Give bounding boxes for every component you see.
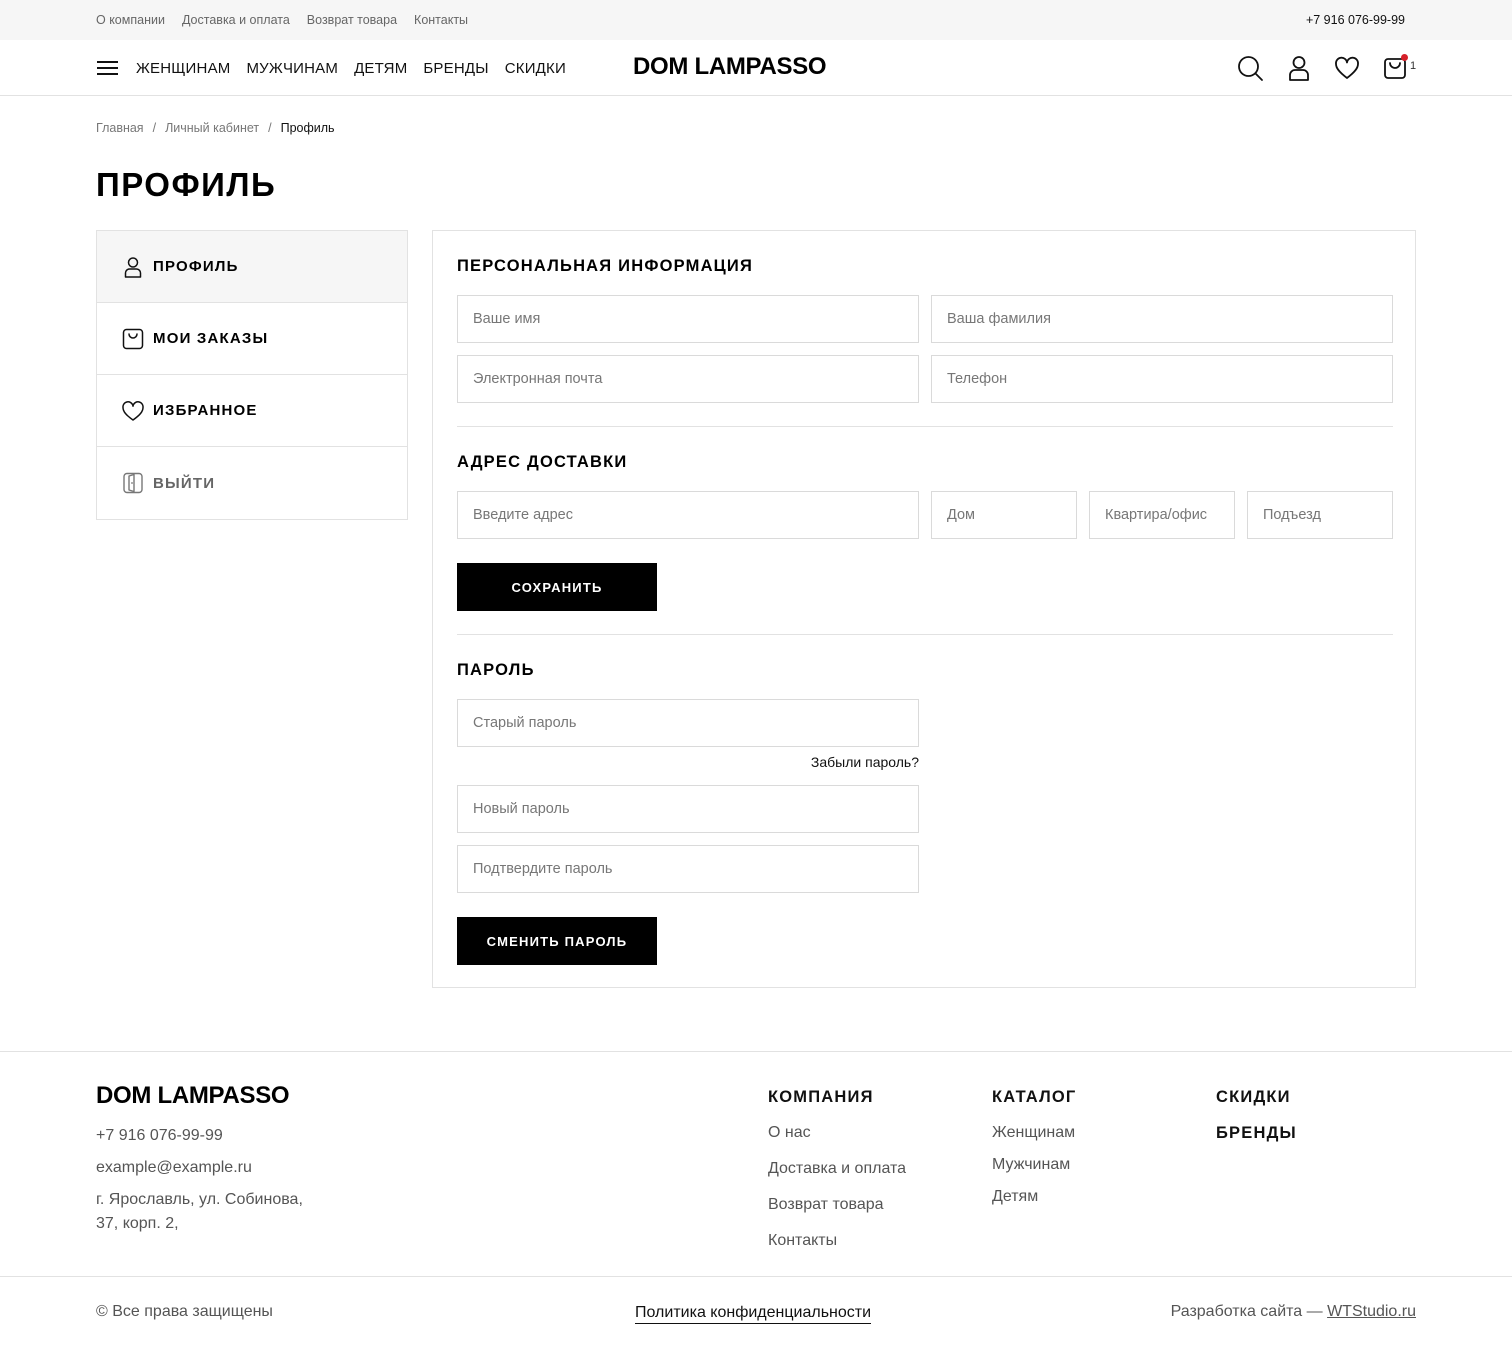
- footer-link-about[interactable]: О нас: [768, 1124, 906, 1160]
- address-field[interactable]: [457, 491, 919, 539]
- divider: [457, 634, 1393, 635]
- sidebar-item-favorites[interactable]: ИЗБРАННОЕ: [97, 375, 407, 447]
- footer-bottom: © Все права защищены Политика конфиденци…: [0, 1276, 1512, 1356]
- footer-address-line2: 37, корп. 2,: [96, 1215, 179, 1232]
- email-field[interactable]: [457, 355, 919, 403]
- page-title: ПРОФИЛЬ: [96, 166, 277, 203]
- top-links: О компании Доставка и оплата Возврат тов…: [96, 0, 468, 40]
- footer-link-kids[interactable]: Детям: [992, 1188, 1077, 1220]
- divider: [457, 426, 1393, 427]
- confirm-password-field[interactable]: [457, 845, 919, 893]
- developer-credit: Разработка сайта — WTStudio.ru: [1171, 1303, 1416, 1321]
- old-password-field[interactable]: [457, 699, 919, 747]
- footer-link-discounts[interactable]: СКИДКИ: [1216, 1088, 1297, 1124]
- footer-email[interactable]: example@example.ru: [96, 1159, 252, 1177]
- top-link-returns[interactable]: Возврат товара: [307, 13, 397, 27]
- top-link-contacts[interactable]: Контакты: [414, 13, 468, 27]
- nav-item-kids[interactable]: ДЕТЯМ: [354, 60, 407, 77]
- sidebar-item-orders[interactable]: МОИ ЗАКАЗЫ: [97, 303, 407, 375]
- footer-address-line1: г. Ярославль, ул. Собинова,: [96, 1191, 303, 1208]
- section-title-delivery: АДРЕС ДОСТАВКИ: [457, 453, 628, 471]
- footer-phone[interactable]: +7 916 076-99-99: [96, 1127, 223, 1145]
- footer-link-brands[interactable]: БРЕНДЫ: [1216, 1124, 1297, 1160]
- breadcrumb-current: Профиль: [280, 121, 335, 135]
- forgot-password-link[interactable]: Забыли пароль?: [457, 754, 919, 770]
- search-icon[interactable]: [1236, 54, 1264, 82]
- entrance-field[interactable]: [1247, 491, 1393, 539]
- bag-icon: [122, 328, 144, 349]
- top-bar: О компании Доставка и оплата Возврат тов…: [0, 0, 1512, 40]
- nav-item-brands[interactable]: БРЕНДЫ: [423, 60, 488, 77]
- footer-link-returns[interactable]: Возврат товара: [768, 1196, 906, 1232]
- footer-logo[interactable]: DOM LAMPASSO: [96, 1082, 290, 1110]
- breadcrumb-home[interactable]: Главная: [96, 121, 144, 135]
- main-nav: ЖЕНЩИНАМ МУЖЧИНАМ ДЕТЯМ БРЕНДЫ СКИДКИ: [136, 40, 566, 96]
- breadcrumb: Главная / Личный кабинет / Профиль: [96, 121, 335, 135]
- footer-heading-catalog[interactable]: КАТАЛОГ: [992, 1088, 1077, 1124]
- footer-column-catalog: КАТАЛОГ Женщинам Мужчинам Детям: [992, 1088, 1077, 1220]
- nav-item-women[interactable]: ЖЕНЩИНАМ: [136, 60, 230, 77]
- sidebar-item-label: ПРОФИЛЬ: [153, 258, 239, 275]
- breadcrumb-separator: /: [152, 121, 157, 135]
- profile-panel: ПЕРСОНАЛЬНАЯ ИНФОРМАЦИЯ АДРЕС ДОСТАВКИ С…: [432, 230, 1416, 988]
- sidebar-item-label: ВЫЙТИ: [153, 474, 216, 492]
- nav-item-men[interactable]: МУЖЧИНАМ: [246, 60, 338, 77]
- logout-door-icon: [123, 472, 143, 494]
- sidebar-item-logout[interactable]: ВЫЙТИ: [97, 447, 407, 519]
- footer-link-contacts[interactable]: Контакты: [768, 1232, 906, 1268]
- apartment-field[interactable]: [1089, 491, 1235, 539]
- heart-icon: [122, 400, 144, 421]
- breadcrumb-account[interactable]: Личный кабинет: [165, 121, 259, 135]
- cart-badge-dot: [1401, 54, 1408, 61]
- top-link-about[interactable]: О компании: [96, 13, 165, 27]
- footer-link-women[interactable]: Женщинам: [992, 1124, 1077, 1156]
- phone-field[interactable]: [931, 355, 1393, 403]
- site-logo[interactable]: DOM LAMPASSO: [633, 53, 827, 81]
- footer-heading-company[interactable]: КОМПАНИЯ: [768, 1088, 906, 1124]
- nav-item-sale[interactable]: СКИДКИ: [505, 60, 566, 77]
- section-title-personal: ПЕРСОНАЛЬНАЯ ИНФОРМАЦИЯ: [457, 257, 754, 275]
- developer-credit-text: Разработка сайта —: [1170, 1303, 1328, 1320]
- developer-link[interactable]: WTStudio.ru: [1327, 1303, 1416, 1320]
- heart-icon[interactable]: [1333, 54, 1361, 82]
- last-name-field[interactable]: [931, 295, 1393, 343]
- save-button[interactable]: СОХРАНИТЬ: [457, 563, 657, 611]
- house-field[interactable]: [931, 491, 1077, 539]
- cart-count: 1: [1410, 60, 1417, 72]
- site-footer: DOM LAMPASSO +7 916 076-99-99 example@ex…: [0, 1051, 1512, 1356]
- breadcrumb-separator: /: [268, 121, 272, 135]
- sidebar-item-label: ИЗБРАННОЕ: [153, 402, 258, 419]
- user-icon[interactable]: [1285, 54, 1313, 82]
- top-phone[interactable]: +7 916 076-99-99: [1306, 0, 1405, 40]
- user-icon: [124, 256, 142, 278]
- new-password-field[interactable]: [457, 785, 919, 833]
- top-link-delivery[interactable]: Доставка и оплата: [182, 13, 290, 27]
- sidebar-item-profile[interactable]: ПРОФИЛЬ: [97, 231, 407, 303]
- change-password-button[interactable]: СМЕНИТЬ ПАРОЛЬ: [457, 917, 657, 965]
- menu-icon[interactable]: [97, 60, 119, 76]
- footer-column-extra: СКИДКИ БРЕНДЫ: [1216, 1088, 1297, 1160]
- footer-link-delivery[interactable]: Доставка и оплата: [768, 1160, 906, 1196]
- footer-link-men[interactable]: Мужчинам: [992, 1156, 1077, 1188]
- copyright: © Все права защищены: [96, 1303, 273, 1320]
- section-title-password: ПАРОЛЬ: [457, 661, 535, 679]
- footer-column-company: КОМПАНИЯ О нас Доставка и оплата Возврат…: [768, 1088, 906, 1268]
- sidebar-item-label: МОИ ЗАКАЗЫ: [153, 330, 269, 347]
- account-sidebar: ПРОФИЛЬ МОИ ЗАКАЗЫ ИЗБРАННОЕ ВЫЙТИ: [96, 230, 408, 520]
- privacy-policy-link[interactable]: Политика конфиденциальности: [635, 1303, 872, 1324]
- first-name-field[interactable]: [457, 295, 919, 343]
